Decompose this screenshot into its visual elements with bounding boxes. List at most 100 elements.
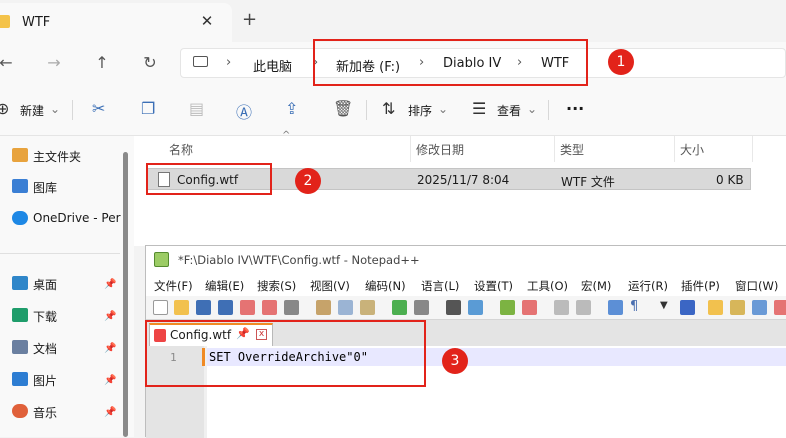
- undo-icon[interactable]: [392, 300, 407, 315]
- menu-language[interactable]: 语言(L): [421, 278, 459, 294]
- sidebar-item-label: 下载: [33, 310, 58, 324]
- sync-vertical-icon[interactable]: [554, 300, 569, 315]
- save-all-icon[interactable]: [218, 300, 233, 315]
- pin-icon: 📌: [104, 375, 117, 386]
- function-list-icon[interactable]: [752, 300, 767, 315]
- share-icon[interactable]: ⇪: [285, 99, 298, 118]
- divider: [72, 100, 73, 120]
- column-header-modified[interactable]: 修改日期: [416, 141, 464, 158]
- forward-arrow-icon[interactable]: →: [44, 53, 64, 72]
- column-divider[interactable]: [554, 136, 555, 162]
- menu-edit[interactable]: 编辑(E): [205, 278, 244, 294]
- menu-window[interactable]: 窗口(W): [735, 278, 778, 294]
- indent-guide-icon[interactable]: [680, 300, 695, 315]
- chevron-down-icon: ⌄: [50, 102, 61, 116]
- cloud-icon: [12, 211, 28, 225]
- music-icon: [12, 404, 28, 418]
- open-file-icon[interactable]: [174, 300, 189, 315]
- copy-icon[interactable]: ❐: [141, 99, 155, 118]
- tab-close-button[interactable]: ✕: [199, 12, 215, 30]
- pin-icon: 📌: [104, 311, 117, 322]
- folder-icon: [0, 15, 10, 28]
- notepad-toolbar: ¶ ▼: [146, 296, 786, 320]
- paste-icon[interactable]: ▤: [189, 99, 204, 118]
- view-button[interactable]: 查看: [497, 102, 521, 119]
- zoom-out-icon[interactable]: [522, 300, 537, 315]
- cut-icon[interactable]: ✂: [92, 99, 105, 118]
- menu-file[interactable]: 文件(F): [154, 278, 193, 294]
- copy-icon[interactable]: [338, 300, 353, 315]
- replace-icon[interactable]: [468, 300, 483, 315]
- breadcrumb-this-pc[interactable]: 此电脑: [253, 56, 292, 75]
- command-bar: ⊕ 新建 ⌄ ✂ ❐ ▤ Ⓐ ⇪ 🗑 ⇅ 排序 ⌄ ☰ 查看 ⌄ ···: [0, 84, 786, 136]
- refresh-icon[interactable]: ↻: [140, 53, 160, 72]
- more-options-button[interactable]: ···: [566, 99, 584, 118]
- paste-icon[interactable]: [360, 300, 375, 315]
- print-icon[interactable]: [284, 300, 299, 315]
- navigation-pane: 主文件夹 图库 OneDrive - Per 桌面 📌 下载 📌 文档 📌 图片…: [0, 136, 134, 437]
- document-map-icon[interactable]: [730, 300, 745, 315]
- column-header-type[interactable]: 类型: [560, 141, 584, 158]
- file-modified: 2025/11/7 8:04: [417, 173, 510, 187]
- sidebar-scrollbar[interactable]: [123, 152, 128, 437]
- menu-encoding[interactable]: 编码(N): [365, 278, 406, 294]
- save-icon[interactable]: [196, 300, 211, 315]
- column-divider[interactable]: [410, 136, 411, 162]
- sort-icon: ⇅: [382, 99, 396, 118]
- pin-icon: 📌: [104, 407, 117, 418]
- sidebar-item-label: 音乐: [33, 406, 58, 420]
- show-all-characters-icon[interactable]: ¶: [630, 299, 638, 314]
- up-arrow-icon[interactable]: ↑: [92, 53, 112, 72]
- menu-tools[interactable]: 工具(O): [527, 278, 568, 294]
- new-tab-button[interactable]: +: [242, 9, 257, 30]
- chevron-right-icon: ›: [226, 55, 232, 70]
- sidebar-item-label: OneDrive - Per: [33, 211, 121, 225]
- menu-search[interactable]: 搜索(S): [257, 278, 296, 294]
- sync-horizontal-icon[interactable]: [576, 300, 591, 315]
- callout-badge-1: 1: [608, 49, 634, 75]
- new-file-icon[interactable]: [153, 300, 168, 315]
- find-icon[interactable]: [446, 300, 461, 315]
- sidebar-item-label: 图片: [33, 374, 58, 388]
- cut-icon[interactable]: [316, 300, 331, 315]
- column-divider[interactable]: [752, 136, 753, 162]
- gallery-icon: [12, 179, 28, 193]
- tab-title: WTF: [22, 15, 51, 30]
- column-header-name[interactable]: 名称: [169, 141, 193, 158]
- chevron-down-icon[interactable]: ▼: [660, 300, 668, 311]
- chevron-down-icon: ⌄: [438, 102, 449, 116]
- sidebar-item-label: 桌面: [33, 278, 58, 292]
- new-button[interactable]: 新建: [20, 102, 44, 119]
- zoom-in-icon[interactable]: [500, 300, 515, 315]
- word-wrap-icon[interactable]: [608, 300, 623, 315]
- menu-plugins[interactable]: 插件(P): [681, 278, 720, 294]
- back-arrow-icon[interactable]: ←: [0, 53, 16, 72]
- folder-as-workspace-icon[interactable]: [708, 300, 723, 315]
- sort-indicator-icon: ^: [282, 130, 291, 141]
- callout-badge-3: 3: [442, 348, 468, 374]
- menu-macro[interactable]: 宏(M): [581, 278, 611, 294]
- rename-icon[interactable]: Ⓐ: [236, 99, 252, 123]
- plus-circle-icon: ⊕: [0, 99, 10, 118]
- menu-run[interactable]: 运行(R): [628, 278, 668, 294]
- macro-record-icon[interactable]: [774, 300, 786, 315]
- close-all-icon[interactable]: [262, 300, 277, 315]
- callout-box-file: [146, 163, 272, 195]
- explorer-tab[interactable]: WTF ✕: [0, 3, 232, 42]
- column-header-size[interactable]: 大小: [680, 141, 704, 158]
- redo-icon[interactable]: [414, 300, 429, 315]
- computer-icon: [193, 56, 208, 67]
- delete-icon[interactable]: 🗑: [333, 99, 353, 118]
- home-icon: [12, 148, 28, 162]
- menu-view[interactable]: 视图(V): [310, 278, 350, 294]
- view-icon: ☰: [472, 99, 487, 118]
- notepad-title-bar: *F:\Diablo IV\WTF\Config.wtf - Notepad++: [146, 246, 786, 274]
- column-divider[interactable]: [674, 136, 675, 162]
- menu-settings[interactable]: 设置(T): [474, 278, 513, 294]
- close-file-icon[interactable]: [240, 300, 255, 315]
- sidebar-item-label: 主文件夹: [33, 150, 82, 164]
- divider: [0, 253, 120, 254]
- sort-button[interactable]: 排序: [408, 102, 432, 119]
- file-type: WTF 文件: [561, 175, 615, 189]
- file-size: 0 KB: [716, 173, 744, 187]
